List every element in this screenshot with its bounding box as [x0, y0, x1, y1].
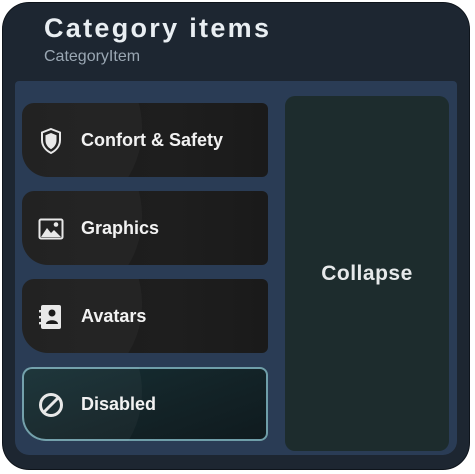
category-item-label: Disabled: [81, 394, 157, 414]
category-item-confort-safety[interactable]: Confort & Safety: [22, 103, 268, 177]
collapse-label: Collapse: [321, 261, 413, 285]
category-item-avatars[interactable]: Avatars: [22, 279, 268, 353]
image-icon: [38, 216, 64, 242]
category-item-label: Confort & Safety: [81, 130, 224, 150]
category-item-label: Graphics: [81, 218, 160, 238]
panel-header: Category items CategoryItem: [3, 3, 469, 79]
panel-subtitle: CategoryItem: [44, 48, 141, 65]
category-item-graphics[interactable]: Graphics: [22, 191, 268, 265]
panel-body: Confort & Safety Graphics Avatars Disabl…: [15, 81, 457, 455]
avatar-card-icon: [38, 304, 64, 330]
category-item-label: Avatars: [81, 306, 147, 326]
category-item-disabled[interactable]: Disabled: [22, 367, 268, 441]
blocked-icon: [38, 392, 64, 418]
category-items-panel: Category items CategoryItem Confort & Sa…: [3, 3, 469, 469]
collapse-button[interactable]: Collapse: [285, 96, 449, 451]
panel-title: Category items: [44, 13, 272, 43]
shield-icon: [38, 128, 64, 154]
